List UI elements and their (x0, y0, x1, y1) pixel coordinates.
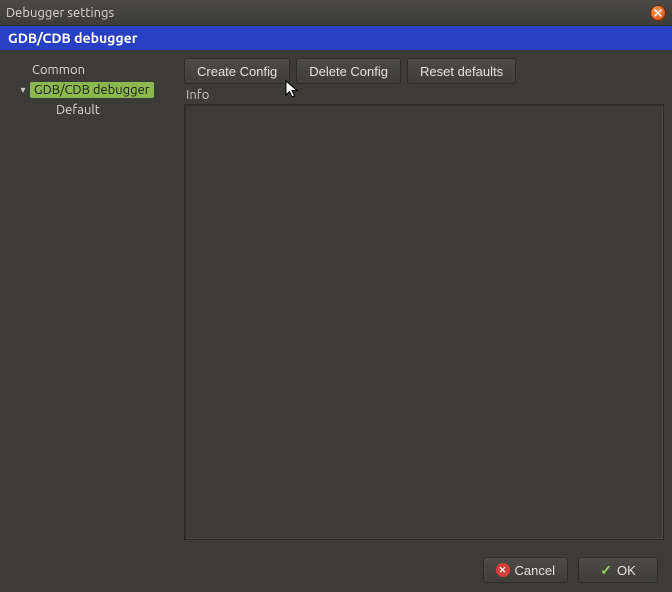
config-tree: Common ▾ GDB/CDB debugger Default (8, 58, 176, 540)
chevron-down-icon[interactable]: ▾ (18, 85, 28, 95)
titlebar: Debugger settings (0, 0, 672, 26)
cancel-button[interactable]: Cancel (483, 557, 568, 583)
reset-defaults-button[interactable]: Reset defaults (407, 58, 516, 84)
cancel-icon (496, 563, 510, 577)
tree-item-common[interactable]: Common (8, 60, 176, 80)
delete-config-button[interactable]: Delete Config (296, 58, 401, 84)
tree-item-default[interactable]: Default (8, 100, 176, 120)
tree-item-label: GDB/CDB debugger (30, 82, 154, 98)
tree-item-label: Default (56, 103, 100, 117)
section-title: GDB/CDB debugger (8, 30, 137, 46)
tree-item-gdb-cdb[interactable]: ▾ GDB/CDB debugger (8, 80, 176, 100)
content-area: Common ▾ GDB/CDB debugger Default Create… (0, 50, 672, 548)
window-title: Debugger settings (6, 6, 650, 20)
info-label: Info (184, 88, 664, 102)
cancel-label: Cancel (515, 563, 555, 578)
create-config-button[interactable]: Create Config (184, 58, 290, 84)
main-panel: Create Config Delete Config Reset defaul… (184, 58, 664, 540)
close-icon[interactable] (650, 5, 666, 21)
ok-button[interactable]: OK (578, 557, 658, 583)
section-header: GDB/CDB debugger (0, 26, 672, 50)
tree-item-label: Common (32, 63, 85, 77)
check-icon (600, 562, 612, 579)
ok-label: OK (617, 563, 636, 578)
info-panel (184, 104, 664, 540)
toolbar: Create Config Delete Config Reset defaul… (184, 58, 664, 84)
dialog-footer: Cancel OK (0, 548, 672, 592)
